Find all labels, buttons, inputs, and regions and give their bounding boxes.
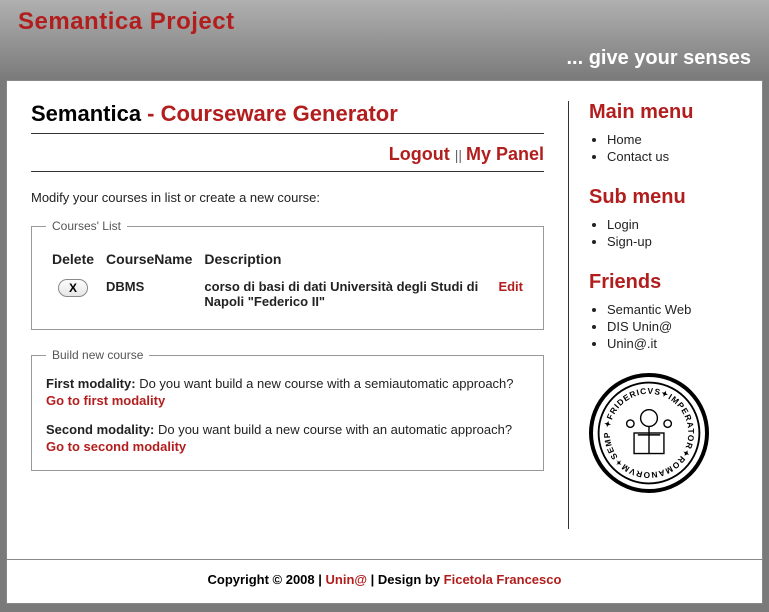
- courses-list-box: Courses' List Delete CourseName Descript…: [31, 219, 544, 330]
- site-title: Semantica Project: [0, 0, 769, 36]
- delete-button[interactable]: X: [58, 279, 88, 297]
- university-seal-icon: ✦FRIDERICVS✦IMPERATOR✦ROMANORVM✦SEMP✦AVG…: [589, 373, 709, 493]
- sidebar-item-disunina[interactable]: DIS Unin@: [607, 319, 672, 334]
- footer-copyright: Copyright © 2008 |: [208, 572, 326, 587]
- table-row: X DBMS corso di basi di dati Università …: [46, 275, 529, 313]
- edit-link[interactable]: Edit: [498, 279, 523, 294]
- col-edit: [492, 247, 529, 275]
- second-modality-block: Second modality: Do you want build a new…: [46, 422, 529, 454]
- course-desc: corso di basi di dati Università degli S…: [198, 275, 492, 313]
- col-desc: Description: [198, 247, 492, 275]
- sub-menu-list: Login Sign-up: [589, 217, 738, 249]
- mypanel-link[interactable]: My Panel: [466, 144, 544, 164]
- sidebar: Main menu Home Contact us Sub menu Login…: [568, 101, 738, 529]
- page-title-red: - Courseware Generator: [141, 101, 398, 126]
- instruction-text: Modify your courses in list or create a …: [31, 190, 544, 205]
- logout-link[interactable]: Logout: [389, 144, 450, 164]
- courses-table: Delete CourseName Description X DBMS: [46, 247, 529, 313]
- page-title: Semantica - Courseware Generator: [31, 101, 544, 127]
- sidebar-item-contact[interactable]: Contact us: [607, 149, 669, 164]
- footer-sep: | Design by: [367, 572, 444, 587]
- second-modality-text: Do you want build a new course with an a…: [154, 422, 512, 437]
- actions-separator: ||: [455, 147, 466, 163]
- top-actions: Logout || My Panel: [31, 144, 544, 165]
- friends-list: Semantic Web DIS Unin@ Unin@.it: [589, 302, 738, 351]
- sidebar-item-login[interactable]: Login: [607, 217, 639, 232]
- sidebar-item-signup[interactable]: Sign-up: [607, 234, 652, 249]
- footer-link-designer[interactable]: Ficetola Francesco: [444, 572, 562, 587]
- course-name: DBMS: [100, 275, 198, 313]
- friends-heading: Friends: [589, 271, 738, 294]
- divider: [31, 171, 544, 172]
- divider: [31, 133, 544, 134]
- second-modality-link[interactable]: Go to second modality: [46, 439, 186, 454]
- main-menu-list: Home Contact us: [589, 132, 738, 164]
- col-delete: Delete: [46, 247, 100, 275]
- footer-link-unina[interactable]: Unin@: [326, 572, 368, 587]
- second-modality-label: Second modality:: [46, 422, 154, 437]
- first-modality-label: First modality:: [46, 376, 136, 391]
- courses-list-legend: Courses' List: [46, 219, 127, 233]
- sidebar-item-home[interactable]: Home: [607, 132, 642, 147]
- first-modality-text: Do you want build a new course with a se…: [136, 376, 514, 391]
- footer: Copyright © 2008 | Unin@ | Design by Fic…: [6, 560, 763, 604]
- build-course-box: Build new course First modality: Do you …: [31, 348, 544, 471]
- build-course-legend: Build new course: [46, 348, 149, 362]
- header-banner: Semantica Project ... give your senses: [0, 0, 769, 80]
- col-name: CourseName: [100, 247, 198, 275]
- main-content: Semantica - Courseware Generator Logout …: [31, 101, 544, 529]
- sidebar-item-unina[interactable]: Unin@.it: [607, 336, 657, 351]
- sub-menu-heading: Sub menu: [589, 186, 738, 209]
- sidebar-item-semanticweb[interactable]: Semantic Web: [607, 302, 691, 317]
- main-menu-heading: Main menu: [589, 101, 738, 124]
- page-title-black: Semantica: [31, 101, 141, 126]
- tagline: ... give your senses: [566, 47, 751, 70]
- first-modality-link[interactable]: Go to first modality: [46, 393, 165, 408]
- first-modality-block: First modality: Do you want build a new …: [46, 376, 529, 408]
